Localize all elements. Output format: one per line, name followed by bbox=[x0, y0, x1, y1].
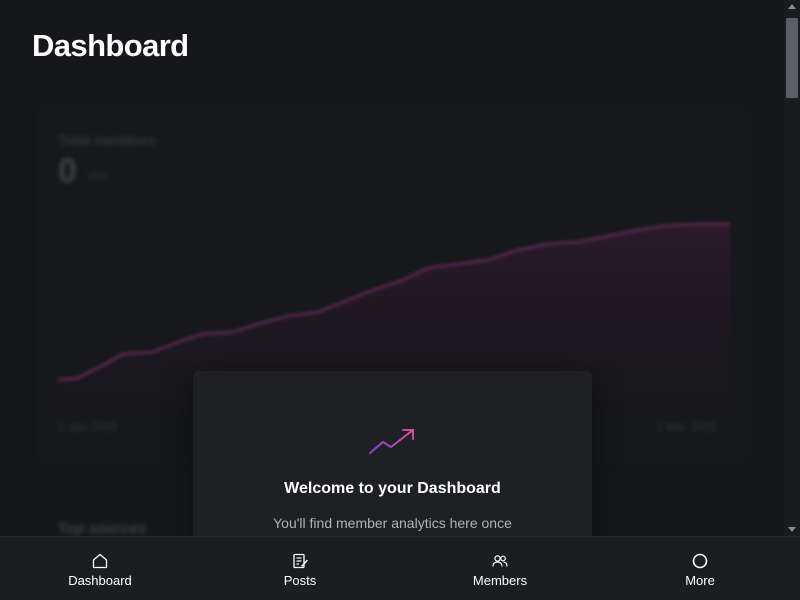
circle-icon bbox=[692, 553, 708, 569]
scroll-down-arrow-icon[interactable] bbox=[788, 527, 796, 532]
nav-label-dashboard: Dashboard bbox=[68, 573, 132, 588]
chart-end-date: 1 Mar 2025 bbox=[656, 420, 717, 434]
nav-label-members: Members bbox=[472, 573, 528, 588]
total-members-change: 0% bbox=[88, 168, 107, 183]
app-window: Dashboard Total members 0 0% 1 Jan 2025 … bbox=[0, 0, 800, 600]
page-title: Dashboard bbox=[32, 28, 189, 63]
top-sources-heading: Top sources bbox=[58, 520, 147, 536]
bottom-navigation: Dashboard Posts Members More bbox=[0, 536, 800, 600]
nav-item-members[interactable]: Members bbox=[400, 537, 600, 600]
nav-item-posts[interactable]: Posts bbox=[200, 537, 400, 600]
members-icon bbox=[492, 555, 508, 567]
chart-start-date: 1 Jan 2025 bbox=[58, 420, 118, 434]
total-members-label: Total members bbox=[58, 132, 157, 148]
trending-up-icon bbox=[369, 429, 414, 454]
vertical-scrollbar[interactable] bbox=[784, 0, 800, 536]
scroll-thumb[interactable] bbox=[786, 18, 798, 98]
home-icon bbox=[92, 553, 108, 569]
welcome-title: Welcome to your Dashboard bbox=[284, 480, 501, 497]
nav-item-dashboard[interactable]: Dashboard bbox=[0, 537, 200, 600]
welcome-card: Welcome to your Dashboard You'll find me… bbox=[193, 371, 592, 536]
nav-item-more[interactable]: More bbox=[600, 537, 800, 600]
total-members-value: 0 bbox=[58, 152, 77, 190]
nav-label-more: More bbox=[685, 573, 715, 588]
welcome-description: You'll find member analytics here once bbox=[273, 515, 512, 531]
nav-label-posts: Posts bbox=[283, 573, 317, 588]
main-content: Dashboard Total members 0 0% 1 Jan 2025 … bbox=[0, 0, 784, 536]
posts-icon bbox=[293, 553, 308, 569]
scroll-up-arrow-icon[interactable] bbox=[788, 4, 796, 9]
